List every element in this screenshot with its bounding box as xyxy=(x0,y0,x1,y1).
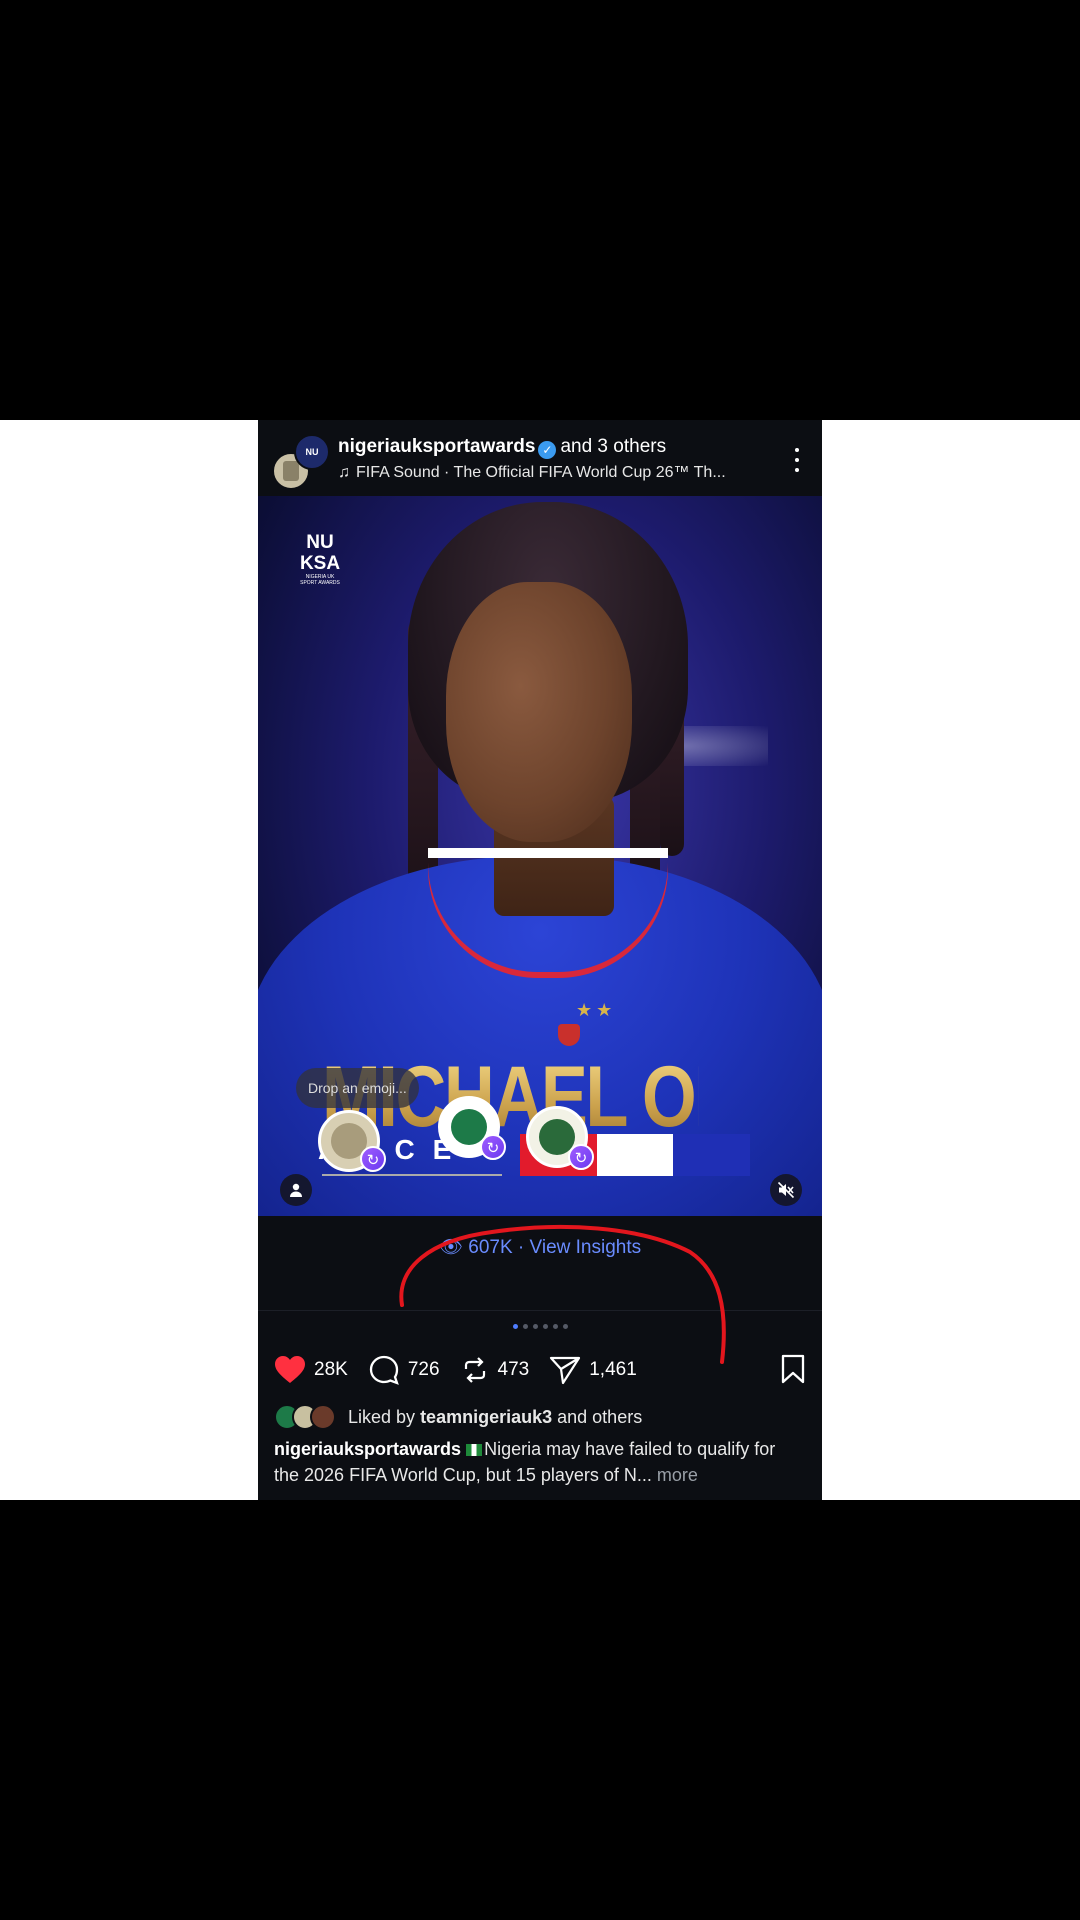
emoji-reaction-input[interactable]: Drop an emoji... xyxy=(296,1068,419,1108)
liked-by-user[interactable]: teamnigeriauk3 xyxy=(420,1407,552,1427)
author-line: nigeriauksportawards ✓ and 3 others xyxy=(338,436,666,459)
comment-count: 726 xyxy=(407,1359,440,1380)
mute-audio-icon[interactable] xyxy=(770,1174,802,1206)
insights-separator: · xyxy=(517,1237,525,1258)
verified-icon: ✓ xyxy=(538,441,557,459)
flag-stripe-white xyxy=(596,1134,674,1176)
liked-by-prefix: Liked by xyxy=(348,1406,416,1427)
liked-by-text: Liked by teamnigeriauk3 and others xyxy=(348,1407,642,1428)
view-insights-label: View Insights xyxy=(529,1237,642,1258)
caption-username[interactable]: nigeriauksportawards xyxy=(274,1439,461,1459)
carousel-dot xyxy=(522,1324,528,1329)
tagged-people-icon[interactable] xyxy=(280,1174,312,1206)
author-avatars[interactable]: NU xyxy=(272,434,330,490)
flag-stripe-blue xyxy=(673,1134,751,1176)
post-frame: NU nigeriauksportawards ✓ and 3 others ♫ FI… xyxy=(258,420,822,1500)
country-underline xyxy=(322,1174,502,1176)
carousel-dot xyxy=(542,1324,548,1329)
comment-icon xyxy=(369,1355,399,1385)
music-line[interactable]: ♫ FIFA Sound · The Official FIFA World Cu… xyxy=(338,464,758,482)
carousel-dot xyxy=(562,1324,568,1329)
view-insights-link[interactable]: 👁︎ 607K · View Insights xyxy=(258,1216,822,1280)
repost-count: 473 xyxy=(497,1359,530,1380)
liked-by-suffix: and others xyxy=(557,1406,643,1427)
action-bar: 28K 726 473 1,461 xyxy=(274,1350,806,1390)
share-button[interactable]: 1,461 xyxy=(549,1355,637,1385)
avatar-logo: NU xyxy=(294,434,330,470)
coauthors-link[interactable]: and 3 others xyxy=(560,436,666,457)
nigeria-flag-icon xyxy=(466,1444,483,1456)
jersey-crest xyxy=(558,1024,580,1046)
send-icon xyxy=(550,1356,581,1385)
repost-badge-icon: ↻ xyxy=(568,1144,594,1170)
repost-button[interactable]: 473 xyxy=(460,1355,530,1385)
repost-icon xyxy=(464,1357,485,1383)
liked-by-row[interactable]: Liked by teamnigeriauk3 and others xyxy=(274,1402,642,1432)
like-count: 28K xyxy=(314,1359,348,1380)
avatar xyxy=(310,1404,336,1430)
post-header: NU nigeriauksportawards ✓ and 3 others ♫ FI… xyxy=(258,420,822,496)
nuksa-logo: NU KSA NIGERIA UK SPORT AWARDS xyxy=(299,532,341,586)
author-username[interactable]: nigeriauksportawards xyxy=(338,436,535,457)
repost-badge-icon: ↻ xyxy=(360,1146,386,1172)
carousel-dot xyxy=(512,1324,518,1329)
post-caption: nigeriauksportawards Nigeria may have fa… xyxy=(274,1436,804,1488)
post-image[interactable]: NU KSA NIGERIA UK SPORT AWARDS ★★ MICHAEL … xyxy=(258,496,822,1216)
caption-more-link[interactable]: more xyxy=(657,1465,698,1485)
carousel-dot xyxy=(532,1324,538,1329)
comment-button[interactable]: 726 xyxy=(368,1354,440,1386)
music-note-icon: ♫ xyxy=(338,464,350,481)
like-button[interactable]: 28K xyxy=(274,1355,348,1385)
more-options-icon[interactable] xyxy=(794,448,800,472)
repost-badge-icon: ↻ xyxy=(480,1134,506,1160)
divider xyxy=(258,1310,822,1311)
player-face xyxy=(446,582,632,842)
share-count: 1,461 xyxy=(589,1359,637,1380)
heart-icon xyxy=(275,1356,305,1383)
carousel-indicator xyxy=(258,1324,822,1329)
eye-icon: 👁︎ xyxy=(438,1237,463,1258)
music-title: FIFA Sound · The Official FIFA World Cup… xyxy=(356,464,726,481)
jersey-stars: ★★ xyxy=(576,1000,617,1020)
carousel-dot xyxy=(552,1324,558,1329)
view-count: 607K xyxy=(468,1237,513,1258)
bookmark-icon[interactable] xyxy=(780,1354,806,1384)
